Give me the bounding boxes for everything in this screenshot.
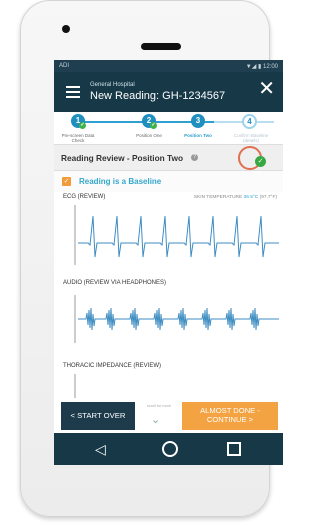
progress-stepper: 1 ✓ 2 ✓ 3 4 Pre-screen Data Check Position… xyxy=(54,112,283,145)
earpiece-speaker xyxy=(141,43,181,50)
page-title: New Reading: GH-1234567 xyxy=(90,90,226,102)
step-2-label: Position One xyxy=(136,133,162,138)
baseline-label: Reading is a Baseline xyxy=(79,177,162,186)
start-over-button[interactable]: < START OVER xyxy=(61,402,135,430)
check-icon: ✓ xyxy=(79,122,86,129)
recent-apps-icon[interactable] xyxy=(227,442,241,456)
audio-label: AUDIO (REVIEW VIA HEADPHONES) xyxy=(63,280,167,286)
check-icon: ✓ xyxy=(150,122,157,129)
thoracic-label: THORACIC IMPEDANCE (REVIEW) xyxy=(63,363,162,369)
status-bar: ADI ▼◢ ▮ 12:00 xyxy=(54,60,283,72)
skin-temp-prefix: SKIN TEMPERATURE xyxy=(193,195,243,200)
ecg-axis xyxy=(74,205,76,265)
green-check-icon: ✓ xyxy=(255,156,266,167)
hamburger-menu-icon[interactable] xyxy=(66,86,80,101)
phone-frame: ADI ▼◢ ▮ 12:00 General Hospital New Read… xyxy=(20,0,283,517)
review-title: Reading Review - Position Two xyxy=(61,153,184,163)
hospital-name: General Hospital xyxy=(90,82,135,88)
top-app-bar: General Hospital New Reading: GH-1234567… xyxy=(54,72,283,112)
step-1-label: Pre-screen Data Check xyxy=(61,133,95,143)
step-1[interactable]: 1 ✓ xyxy=(71,114,86,129)
step-4[interactable]: 4 xyxy=(242,114,257,129)
home-icon[interactable] xyxy=(162,441,178,457)
app-screen: ADI ▼◢ ▮ 12:00 General Hospital New Read… xyxy=(54,60,283,465)
step-4-number: 4 xyxy=(247,117,252,126)
ecg-waveform xyxy=(78,215,279,258)
step-3-label: Position Two xyxy=(184,133,212,138)
skin-temp-celsius: 36.5°C xyxy=(243,195,259,200)
baseline-row[interactable]: ✓ Reading is a Baseline xyxy=(54,171,283,192)
review-header: Reading Review - Position Two ? ✓ xyxy=(54,145,283,171)
android-navigation-bar: ◁ xyxy=(54,433,283,465)
back-icon[interactable]: ◁ xyxy=(95,441,106,458)
question-circle-icon[interactable]: ? xyxy=(191,154,198,161)
close-icon[interactable]: ✕ xyxy=(258,79,275,99)
status-left-text: ADI xyxy=(59,63,70,69)
status-right-text: ▼◢ ▮ 12:00 xyxy=(245,63,278,70)
baseline-checkbox[interactable]: ✓ xyxy=(62,177,71,186)
continue-button[interactable]: ALMOST DONE - CONTINUE > xyxy=(182,402,278,430)
skin-temperature-readout: SKIN TEMPERATURE 36.5°C (97.7°F) xyxy=(194,195,277,200)
action-bar: < START OVER scroll for more ⌄ ALMOST DO… xyxy=(54,395,283,433)
ecg-label: ECG (REVIEW) xyxy=(63,194,106,200)
front-camera xyxy=(62,25,70,33)
chevron-down-icon[interactable]: ⌄ xyxy=(151,413,160,426)
step-3[interactable]: 3 xyxy=(191,114,205,128)
audio-waveform xyxy=(78,307,279,331)
scroll-hint: scroll for more xyxy=(146,404,172,408)
step-4-label: Confirm Baseline (details) xyxy=(233,133,269,143)
skin-temp-fahrenheit: (97.7°F) xyxy=(259,195,277,200)
step-2[interactable]: 2 ✓ xyxy=(142,114,157,129)
step-3-number: 3 xyxy=(195,116,201,125)
audio-axis xyxy=(74,295,76,343)
